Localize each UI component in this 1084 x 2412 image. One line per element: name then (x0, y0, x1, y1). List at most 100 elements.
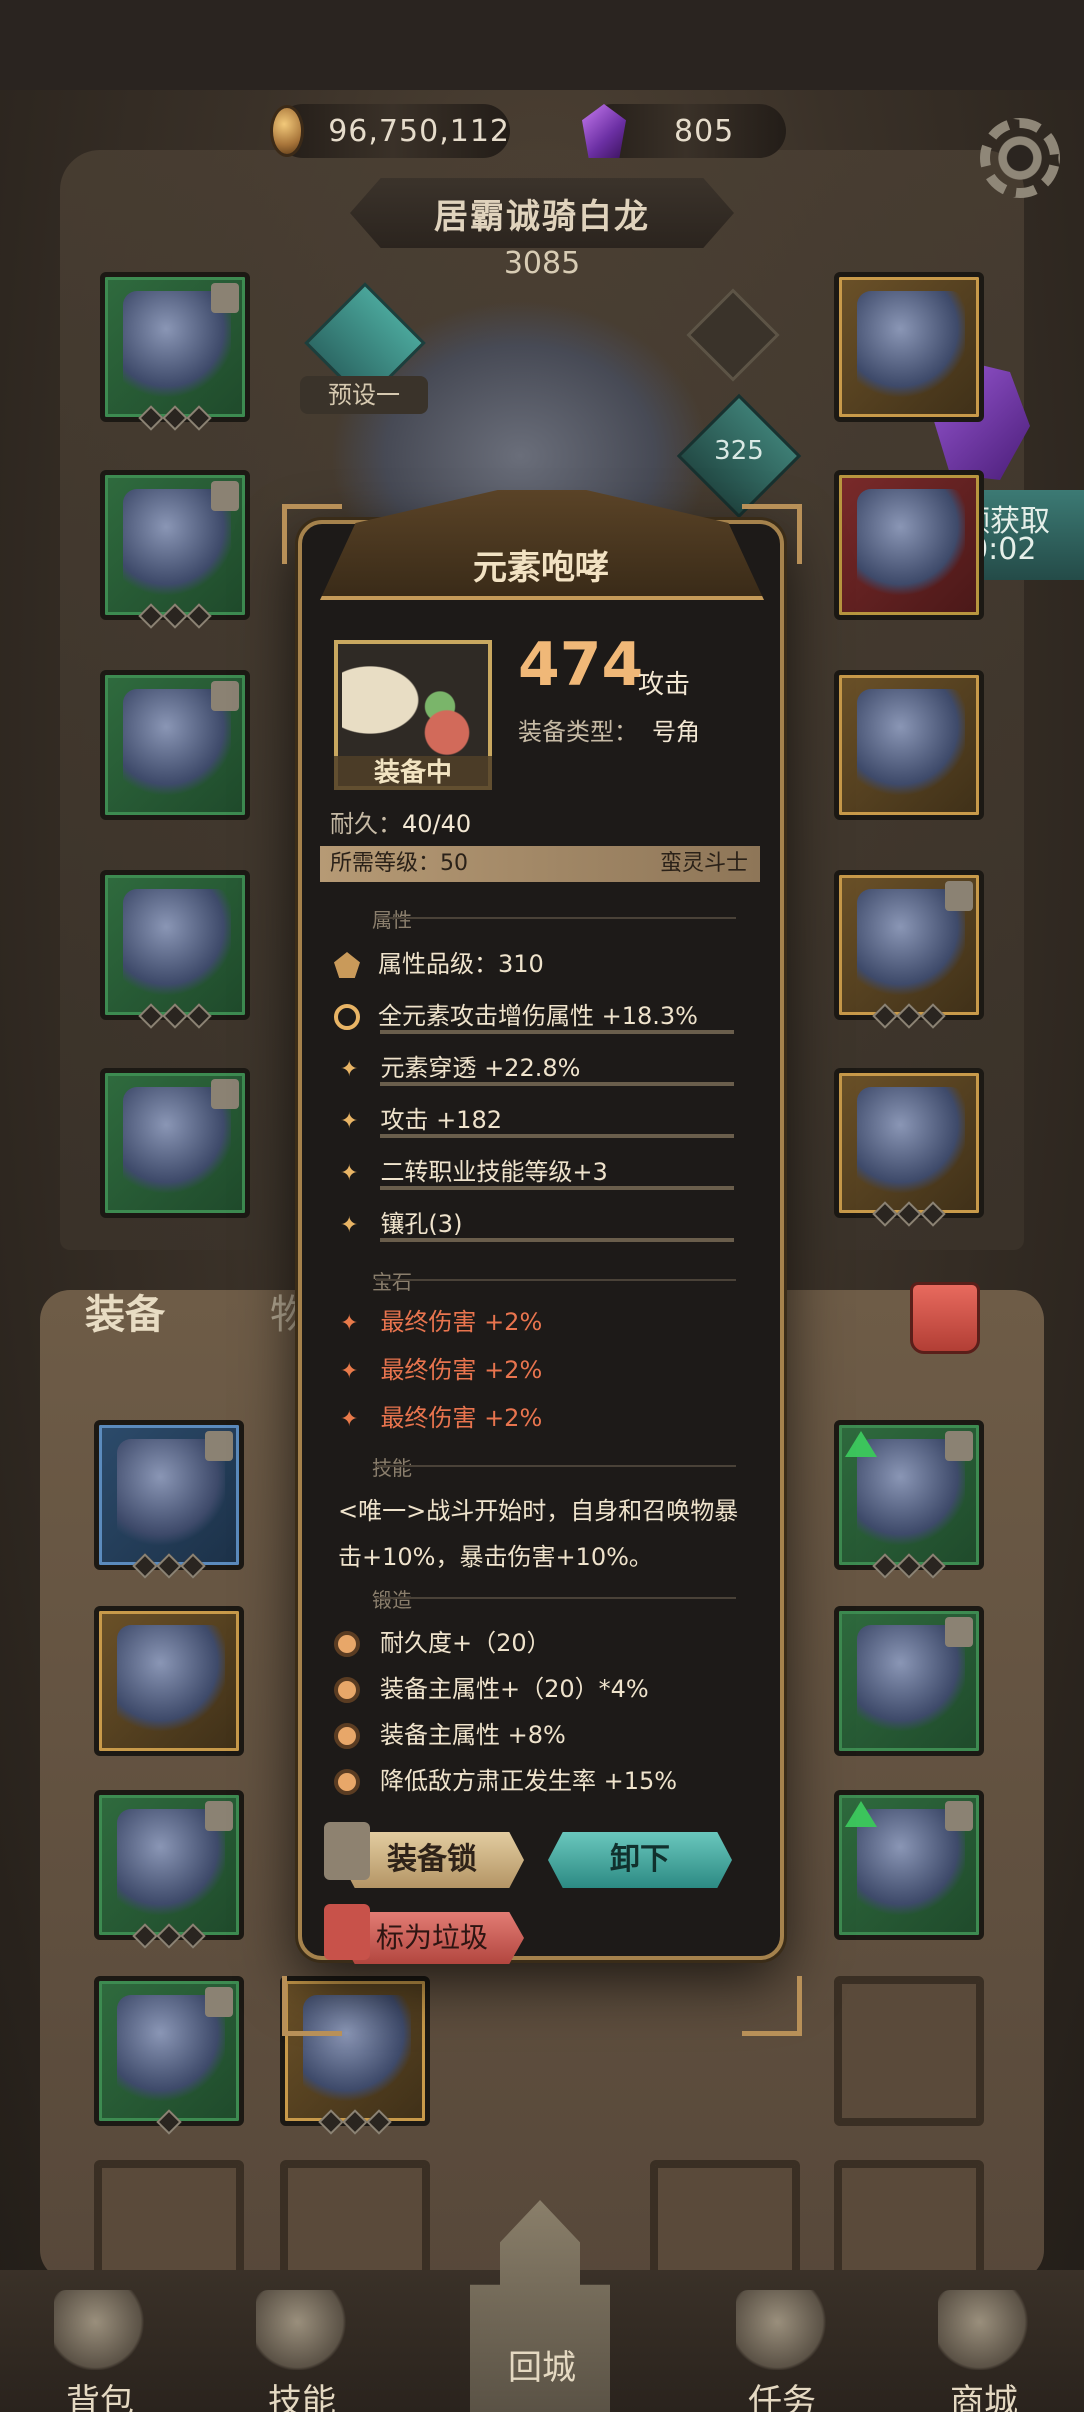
attribute-row: ✦ 攻击 +182 (334, 1100, 764, 1140)
star-icon: ✦ (340, 1109, 359, 1134)
bag-slot[interactable] (834, 1790, 984, 1940)
gem-row: ✦ 最终伤害 +2% (340, 1308, 543, 1336)
forge-dot-icon (334, 1631, 360, 1657)
equip-slot-armor[interactable] (100, 470, 250, 629)
nav-skills[interactable]: 技能 (232, 2290, 372, 2412)
required-level: 所需等级：50 (330, 851, 468, 876)
equipment-type-value: 号角 (652, 718, 700, 746)
nav-shop-label: 商城 (950, 2382, 1018, 2412)
durability: 耐久：40/40 (330, 804, 471, 839)
equip-slot-amulet[interactable] (834, 870, 984, 1029)
forge-dot-icon (334, 1769, 360, 1795)
bag-slot[interactable] (834, 1606, 984, 1756)
refresh-icon (334, 1004, 360, 1030)
lock-icon (211, 1079, 239, 1109)
lock-icon (211, 283, 239, 313)
nav-shop[interactable]: 商城 (914, 2290, 1054, 2412)
hero-power: 3085 (503, 246, 581, 281)
lock-icon (211, 481, 239, 511)
attribute-row: 属性品级：310 (334, 944, 764, 984)
bag-slot[interactable] (94, 1976, 244, 2135)
gem-value: 805 (674, 113, 735, 149)
shop-crown-icon (938, 2290, 1030, 2370)
attribute-row: 全元素攻击增伤属性 +18.3% (334, 996, 764, 1036)
star-icon: ✦ (340, 1057, 359, 1082)
attribute-row: ✦ 二转职业技能等级+3 (334, 1152, 764, 1192)
nav-bag[interactable]: 背包 (30, 2290, 170, 2412)
preset-label[interactable]: 预设一 (300, 376, 428, 414)
quality-icon (334, 952, 360, 978)
equip-slot-weapon[interactable] (100, 272, 250, 431)
leg-armor-icon (123, 889, 231, 997)
gold-counter: 96,750,112 (270, 104, 510, 158)
equip-slot-horn[interactable] (834, 1068, 984, 1227)
requirement-bar: 所需等级：50 蛮灵斗士 (320, 846, 760, 882)
bag-slot[interactable] (94, 1606, 244, 1756)
skill-book-icon (256, 2290, 348, 2370)
unequip-button[interactable]: 卸下 (548, 1832, 732, 1888)
upgrade-arrow-icon (845, 1801, 877, 1827)
bag-slot[interactable] (94, 1420, 244, 1579)
nav-town-label: 回城 (508, 2348, 576, 2388)
top-band (0, 0, 1084, 90)
equip-slot-bracer[interactable] (834, 670, 984, 820)
bag-slot[interactable] (94, 1790, 244, 1949)
junk-bin-icon (324, 1904, 370, 1960)
attribute-row: ✦ 镶孔(3) (334, 1204, 764, 1244)
popup-corner-ornament (282, 1976, 342, 2036)
equip-slot-necklace[interactable] (834, 272, 984, 422)
bag-slot-empty[interactable] (834, 1976, 984, 2126)
skull-pendant-icon (117, 1625, 225, 1733)
forge-dot-icon (334, 1677, 360, 1703)
equip-slot-pants[interactable] (100, 870, 250, 1029)
equip-slot-boots[interactable] (100, 1068, 250, 1218)
nav-quests[interactable]: 任务 (712, 2290, 852, 2412)
skill-description: <唯一>战斗开始时，自身和召唤物暴击+10%，暴击伤害+10%。 (338, 1497, 739, 1571)
lock-icon (205, 1431, 233, 1461)
settings-gear-icon[interactable] (980, 118, 1060, 198)
required-class: 蛮灵斗士 (659, 851, 748, 876)
tab-equipment[interactable]: 装备 (50, 1270, 200, 1360)
forge-row: 装备主属性 +8% (334, 1712, 566, 1758)
lock-icon (211, 681, 239, 711)
equipment-type: 装备类型： 号角 (518, 712, 700, 747)
gem-counter: 805 (582, 104, 786, 158)
equipped-tag: 装备中 (334, 756, 492, 790)
bag-slot[interactable] (834, 1420, 984, 1579)
star-icon: ✦ (340, 1161, 359, 1186)
upgrade-arrow-icon (845, 1431, 877, 1457)
necklace-icon (857, 291, 965, 399)
nav-quests-label: 任务 (748, 2382, 816, 2412)
padlock-icon (324, 1822, 370, 1880)
lock-icon (945, 1617, 973, 1647)
gold-value: 96,750,112 (328, 113, 510, 149)
bracer-icon (857, 689, 965, 797)
dragon-ring-icon (857, 489, 965, 597)
nav-skills-label: 技能 (268, 2382, 336, 2412)
forge-row: 装备主属性+（20）*4% (334, 1666, 649, 1712)
level-value: 325 (714, 436, 764, 466)
equip-slot-gloves[interactable] (100, 670, 250, 820)
gem-star-icon: ✦ (340, 1407, 359, 1432)
durability-value: 40/40 (402, 810, 472, 838)
bag-icon (54, 2290, 146, 2370)
item-name: 元素咆哮 (473, 548, 609, 588)
nav-town[interactable]: 回城 (472, 2336, 612, 2412)
section-gems: 宝石 (336, 1266, 756, 1294)
forge-row: 降低敌方肃正发生率 +15% (334, 1758, 677, 1804)
lock-icon (205, 1987, 233, 2017)
scroll-icon (736, 2290, 828, 2370)
gem-row: ✦ 最终伤害 +2% (340, 1404, 543, 1432)
gem-row: ✦ 最终伤害 +2% (340, 1356, 543, 1384)
hero-name: 居霸诚骑白龙 (350, 178, 734, 248)
equipment-type-label: 装备类型： (518, 718, 638, 746)
section-attributes: 属性 (336, 904, 756, 932)
gold-coin-icon (270, 105, 305, 157)
nav-bag-label: 背包 (66, 2382, 134, 2412)
equip-slot-ring[interactable] (834, 470, 984, 620)
gem-star-icon: ✦ (340, 1311, 359, 1336)
star-icon: ✦ (340, 1213, 359, 1238)
popup-corner-ornament (742, 1976, 802, 2036)
trash-bin-icon[interactable] (910, 1282, 980, 1354)
section-forge: 锻造 (336, 1584, 756, 1612)
